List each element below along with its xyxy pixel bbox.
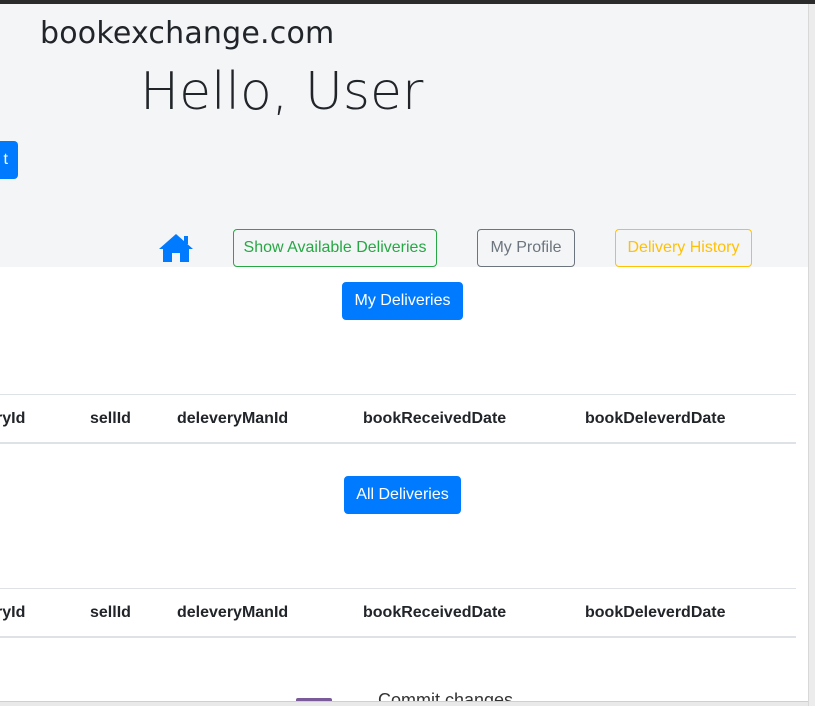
column-header-book-delivered-date: bookDeleverdDate [585, 604, 726, 621]
my-deliveries-table-header: ryId sellId deleveryManId bookReceivedDa… [0, 394, 796, 444]
my-profile-button[interactable]: My Profile [477, 229, 575, 267]
column-header-sell-id: sellId [90, 604, 131, 621]
delivery-history-button[interactable]: Delivery History [615, 229, 752, 267]
column-header-delivery-man-id: deleveryManId [177, 410, 289, 427]
all-deliveries-table-header: ryId sellId deleveryManId bookReceivedDa… [0, 588, 796, 638]
column-header-delivery-id: ryId [0, 410, 26, 427]
partial-button[interactable]: t [0, 141, 18, 179]
column-header-book-received-date: bookReceivedDate [363, 410, 507, 427]
column-header-book-delivered-date: bookDeleverdDate [585, 410, 726, 427]
show-available-deliveries-button[interactable]: Show Available Deliveries [233, 229, 437, 267]
page-greeting: Hello, User [140, 62, 424, 122]
my-deliveries-button[interactable]: My Deliveries [342, 282, 463, 320]
column-header-sell-id: sellId [90, 410, 131, 427]
window-bottom-border [0, 701, 808, 706]
site-brand[interactable]: bookexchange.com [40, 16, 334, 51]
all-deliveries-button[interactable]: All Deliveries [344, 476, 461, 514]
home-icon[interactable] [158, 233, 194, 263]
column-header-delivery-id: ryId [0, 604, 26, 621]
window-right-edge [808, 4, 815, 706]
column-header-delivery-man-id: deleveryManId [177, 604, 289, 621]
column-header-book-received-date: bookReceivedDate [363, 604, 507, 621]
